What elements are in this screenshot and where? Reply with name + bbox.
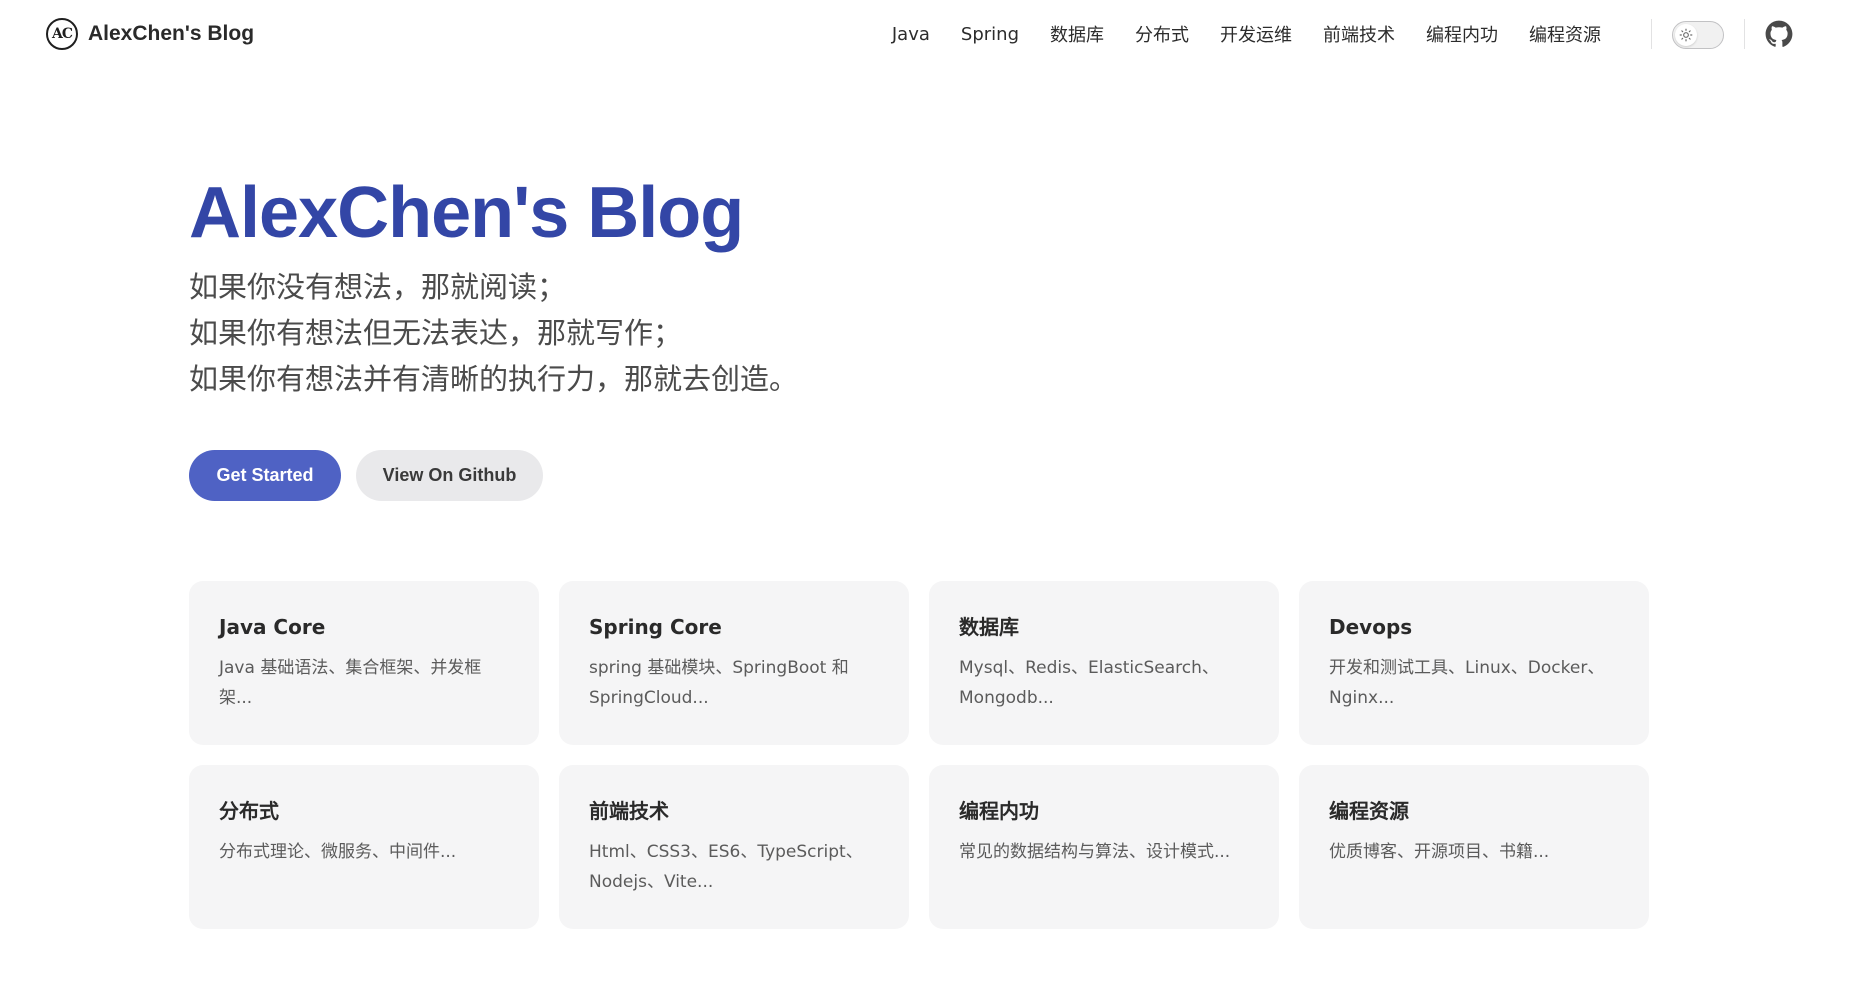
feature-desc: 分布式理论、微服务、中间件... bbox=[219, 842, 457, 862]
site-title: AlexChen's Blog bbox=[88, 22, 255, 45]
top-navbar: AC AlexChen's Blog Java Spring 数据库 分布式 开… bbox=[0, 0, 1863, 68]
nav-item-spring[interactable]: Spring bbox=[961, 24, 1019, 45]
feature-desc: Html、CSS3、ES6、TypeScript、Nodejs、Vite... bbox=[589, 842, 863, 892]
nav-item-frontend[interactable]: 前端技术 bbox=[1323, 21, 1395, 47]
feature-title: 分布式 bbox=[219, 799, 279, 823]
view-on-github-button[interactable]: View On Github bbox=[356, 450, 543, 501]
feature-card-distributed[interactable]: 分布式 分布式理论、微服务、中间件... bbox=[189, 765, 539, 929]
nav-item-fundamentals[interactable]: 编程内功 bbox=[1426, 21, 1498, 47]
hero-tagline: 如果你没有想法，那就阅读； 如果你有想法但无法表达，那就写作； 如果你有想法并有… bbox=[189, 264, 798, 402]
hero-section: AlexChen's Blog 如果你没有想法，那就阅读； 如果你有想法但无法表… bbox=[189, 170, 798, 402]
feature-desc: 优质博客、开源项目、书籍... bbox=[1329, 842, 1550, 862]
feature-card-fundamentals[interactable]: 编程内功 常见的数据结构与算法、设计模式... bbox=[929, 765, 1279, 929]
nav-item-devops[interactable]: 开发运维 bbox=[1220, 21, 1292, 47]
nav-item-distributed[interactable]: 分布式 bbox=[1135, 21, 1189, 47]
feature-desc: spring 基础模块、SpringBoot 和 SpringCloud... bbox=[589, 658, 849, 708]
tagline-line: 如果你有想法但无法表达，那就写作； bbox=[189, 316, 683, 350]
feature-title: 编程资源 bbox=[1329, 799, 1409, 823]
nav-item-database[interactable]: 数据库 bbox=[1050, 21, 1104, 47]
sun-icon bbox=[1679, 28, 1693, 42]
site-logo: AC bbox=[46, 18, 78, 50]
feature-desc: Mysql、Redis、ElasticSearch、Mongodb... bbox=[959, 658, 1219, 708]
feature-card-database[interactable]: 数据库 Mysql、Redis、ElasticSearch、Mongodb... bbox=[929, 581, 1279, 745]
github-icon[interactable] bbox=[1765, 20, 1793, 48]
feature-title: 编程内功 bbox=[959, 799, 1039, 823]
brand-link[interactable]: AC AlexChen's Blog bbox=[46, 18, 254, 50]
feature-desc: 常见的数据结构与算法、设计模式... bbox=[959, 842, 1231, 862]
feature-grid: Java Core Java 基础语法、集合框架、并发框架... Spring … bbox=[189, 581, 1649, 929]
feature-card-devops[interactable]: Devops 开发和测试工具、Linux、Docker、Nginx... bbox=[1299, 581, 1649, 745]
nav-menu: Java Spring 数据库 分布式 开发运维 前端技术 编程内功 编程资源 bbox=[892, 0, 1601, 68]
feature-title: Spring Core bbox=[589, 615, 722, 639]
hero-actions: Get Started View On Github bbox=[189, 450, 543, 501]
feature-title: 数据库 bbox=[959, 615, 1019, 639]
nav-item-resources[interactable]: 编程资源 bbox=[1529, 21, 1601, 47]
feature-title: 前端技术 bbox=[589, 799, 669, 823]
hero-title: AlexChen's Blog bbox=[189, 173, 744, 253]
feature-card-resources[interactable]: 编程资源 优质博客、开源项目、书籍... bbox=[1299, 765, 1649, 929]
feature-desc: Java 基础语法、集合框架、并发框架... bbox=[219, 658, 482, 708]
tagline-line: 如果你没有想法，那就阅读； bbox=[189, 270, 567, 304]
feature-card-java-core[interactable]: Java Core Java 基础语法、集合框架、并发框架... bbox=[189, 581, 539, 745]
feature-card-frontend[interactable]: 前端技术 Html、CSS3、ES6、TypeScript、Nodejs、Vit… bbox=[559, 765, 909, 929]
feature-desc: 开发和测试工具、Linux、Docker、Nginx... bbox=[1329, 658, 1605, 708]
theme-toggle[interactable] bbox=[1672, 21, 1724, 49]
toggle-knob bbox=[1675, 24, 1697, 46]
feature-card-spring-core[interactable]: Spring Core spring 基础模块、SpringBoot 和 Spr… bbox=[559, 581, 909, 745]
nav-divider bbox=[1744, 19, 1745, 49]
feature-title: Java Core bbox=[219, 615, 326, 639]
get-started-button[interactable]: Get Started bbox=[189, 450, 341, 501]
tagline-line: 如果你有想法并有清晰的执行力，那就去创造。 bbox=[189, 362, 799, 396]
feature-title: Devops bbox=[1329, 615, 1413, 639]
nav-divider bbox=[1651, 19, 1652, 49]
nav-item-java[interactable]: Java bbox=[892, 24, 930, 45]
